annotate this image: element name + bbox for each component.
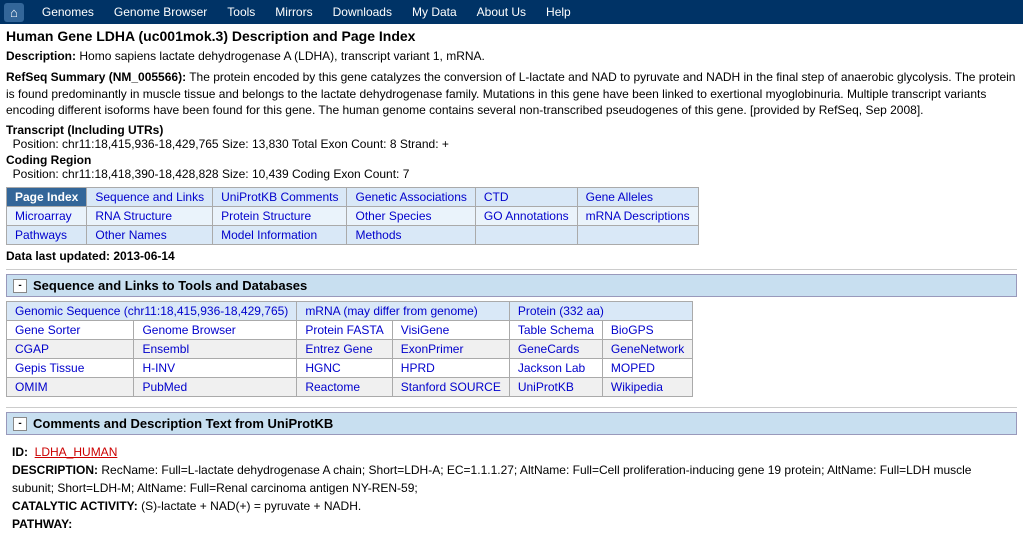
page-index-protein-structure[interactable]: Protein Structure (213, 207, 347, 226)
link-gepis-tissue[interactable]: Gepis Tissue (7, 359, 134, 378)
uniprot-pathway-line: PATHWAY: (12, 515, 1011, 533)
transcript-section: Transcript (Including UTRs) Position: ch… (6, 123, 1017, 151)
page-index-table: Page Index Sequence and Links UniProtKB … (6, 187, 699, 245)
link-ensembl[interactable]: Ensembl (134, 340, 297, 359)
refseq-label: RefSeq Summary (NM_005566): (6, 70, 186, 84)
page-index-go-annotations[interactable]: GO Annotations (475, 207, 577, 226)
page-content: Human Gene LDHA (uc001mok.3) Description… (0, 24, 1023, 551)
link-cgap[interactable]: CGAP (7, 340, 134, 359)
link-table-schema[interactable]: Table Schema (509, 321, 602, 340)
uniprot-title: Comments and Description Text from UniPr… (33, 416, 333, 431)
links-table: Genomic Sequence (chr11:18,415,936-18,42… (6, 301, 693, 397)
uniprot-description-line: DESCRIPTION: RecName: Full=L-lactate deh… (12, 461, 1011, 497)
page-index-ctd[interactable]: CTD (475, 188, 577, 207)
genomic-seq-link[interactable]: Genomic Sequence (chr11:18,415,936-18,42… (7, 302, 297, 321)
page-index-pathways[interactable]: Pathways (7, 226, 87, 245)
sequence-links-toggle[interactable]: - (13, 279, 27, 293)
desc-label: DESCRIPTION: (12, 463, 98, 477)
divider-1 (6, 269, 1017, 270)
link-visigene[interactable]: VisiGene (392, 321, 509, 340)
pathway-label: PATHWAY: (12, 517, 72, 531)
page-index-model-info[interactable]: Model Information (213, 226, 347, 245)
catalytic-text: (S)-lactate + NAD(+) = pyruvate + NADH. (141, 499, 361, 513)
page-index-other-names[interactable]: Other Names (87, 226, 213, 245)
page-index-rna-structure[interactable]: RNA Structure (87, 207, 213, 226)
page-index-microarray[interactable]: Microarray (7, 207, 87, 226)
description-text: Homo sapiens lactate dehydrogenase A (LD… (79, 49, 485, 63)
uniprot-section: - Comments and Description Text from Uni… (6, 412, 1017, 537)
page-index-sequence-links[interactable]: Sequence and Links (87, 188, 213, 207)
nav-genome-browser[interactable]: Genome Browser (104, 0, 217, 24)
navigation-bar: ⌂ Genomes Genome Browser Tools Mirrors D… (0, 0, 1023, 24)
link-hgnc[interactable]: HGNC (297, 359, 392, 378)
link-hprd[interactable]: HPRD (392, 359, 509, 378)
transcript-label: Transcript (Including UTRs) (6, 123, 163, 137)
page-index-header: Page Index (7, 188, 87, 207)
uniprot-id-line: ID: LDHA_HUMAN (12, 443, 1011, 461)
coding-label: Coding Region (6, 153, 91, 167)
transcript-position (6, 137, 13, 151)
nav-aboutus[interactable]: About Us (467, 0, 536, 24)
page-index-empty2 (577, 226, 698, 245)
link-genenetwork[interactable]: GeneNetwork (602, 340, 692, 359)
page-index-empty1 (475, 226, 577, 245)
link-reactome[interactable]: Reactome (297, 378, 392, 397)
sequence-links-section: - Sequence and Links to Tools and Databa… (6, 274, 1017, 397)
mrna-link[interactable]: mRNA (may differ from genome) (297, 302, 510, 321)
link-stanford-source[interactable]: Stanford SOURCE (392, 378, 509, 397)
catalytic-label: CATALYTIC ACTIVITY: (12, 499, 138, 513)
page-index-gene-alleles[interactable]: Gene Alleles (577, 188, 698, 207)
link-moped[interactable]: MOPED (602, 359, 692, 378)
uniprot-content: ID: LDHA_HUMAN DESCRIPTION: RecName: Ful… (6, 439, 1017, 537)
page-index-genetic[interactable]: Genetic Associations (347, 188, 475, 207)
uniprot-id-value[interactable]: LDHA_HUMAN (35, 445, 118, 459)
coding-section: Coding Region Position: chr11:18,418,390… (6, 153, 1017, 181)
sequence-links-header: - Sequence and Links to Tools and Databa… (6, 274, 1017, 297)
page-index-other-species[interactable]: Other Species (347, 207, 475, 226)
uniprot-toggle[interactable]: - (13, 417, 27, 431)
link-biogps[interactable]: BioGPS (602, 321, 692, 340)
coding-position-text (6, 167, 13, 181)
sequence-links-title: Sequence and Links to Tools and Database… (33, 278, 307, 293)
uniprot-header: - Comments and Description Text from Uni… (6, 412, 1017, 435)
link-genome-browser[interactable]: Genome Browser (134, 321, 297, 340)
uniprot-description-text: RecName: Full=L-lactate dehydrogenase A … (12, 463, 971, 495)
nav-tools[interactable]: Tools (217, 0, 265, 24)
protein-link[interactable]: Protein (332 aa) (509, 302, 692, 321)
description-label: Description: (6, 49, 76, 63)
link-uniprotkb[interactable]: UniProtKB (509, 378, 602, 397)
coding-position-val: Position: chr11:18,418,390-18,428,828 Si… (13, 167, 410, 181)
link-h-inv[interactable]: H-INV (134, 359, 297, 378)
page-index-mrna-descriptions[interactable]: mRNA Descriptions (577, 207, 698, 226)
page-title: Human Gene LDHA (uc001mok.3) Description… (6, 28, 1017, 44)
page-index-uniprotkb[interactable]: UniProtKB Comments (213, 188, 347, 207)
data-updated: Data last updated: 2013-06-14 (6, 249, 1017, 263)
nav-help[interactable]: Help (536, 0, 581, 24)
nav-downloads[interactable]: Downloads (323, 0, 402, 24)
nav-mydata[interactable]: My Data (402, 0, 467, 24)
link-pubmed[interactable]: PubMed (134, 378, 297, 397)
page-index-methods[interactable]: Methods (347, 226, 475, 245)
link-jackson-lab[interactable]: Jackson Lab (509, 359, 602, 378)
link-gene-sorter[interactable]: Gene Sorter (7, 321, 134, 340)
link-omim[interactable]: OMIM (7, 378, 134, 397)
nav-mirrors[interactable]: Mirrors (265, 0, 322, 24)
link-protein-fasta[interactable]: Protein FASTA (297, 321, 392, 340)
link-exonprimer[interactable]: ExonPrimer (392, 340, 509, 359)
link-wikipedia[interactable]: Wikipedia (602, 378, 692, 397)
home-icon: ⌂ (10, 5, 18, 20)
id-label: ID: (12, 445, 28, 459)
link-genecards[interactable]: GeneCards (509, 340, 602, 359)
description-block: Description: Homo sapiens lactate dehydr… (6, 48, 1017, 65)
home-button[interactable]: ⌂ (4, 3, 24, 22)
refseq-block: RefSeq Summary (NM_005566): The protein … (6, 69, 1017, 119)
divider-2 (6, 407, 1017, 408)
link-entrez-gene[interactable]: Entrez Gene (297, 340, 392, 359)
transcript-position-text: Position: chr11:18,415,936-18,429,765 Si… (13, 137, 449, 151)
nav-genomes[interactable]: Genomes (32, 0, 104, 24)
uniprot-catalytic-line: CATALYTIC ACTIVITY: (S)-lactate + NAD(+)… (12, 497, 1011, 515)
